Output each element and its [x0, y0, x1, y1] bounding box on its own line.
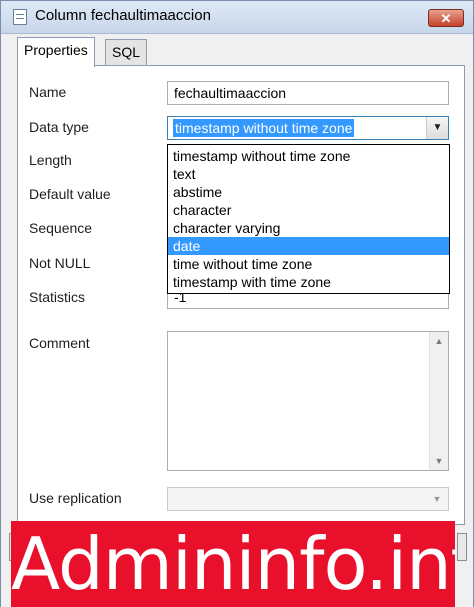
scroll-up-icon[interactable]: ▲	[430, 332, 448, 350]
chevron-down-icon: ▼	[432, 122, 443, 133]
dropdown-option[interactable]: text	[168, 165, 449, 183]
data-type-dropdown-button[interactable]: ▼	[426, 117, 448, 139]
dropdown-option[interactable]: character varying	[168, 219, 449, 237]
data-type-dropdown-list: timestamp without time zone text abstime…	[167, 144, 450, 294]
column-dialog: Column fechaultimaaccion ✕ Properties SQ…	[0, 0, 474, 607]
use-replication-combo[interactable]: ▼	[167, 487, 449, 511]
dropdown-option[interactable]: abstime	[168, 183, 449, 201]
title-bar[interactable]: Column fechaultimaaccion ✕	[1, 1, 473, 34]
chevron-down-icon: ▼	[432, 494, 442, 504]
window-title: Column fechaultimaaccion	[35, 7, 211, 24]
watermark-text: Admininfo.info	[11, 522, 455, 606]
not-null-label: Not NULL	[29, 255, 91, 271]
dropdown-option[interactable]: character	[168, 201, 449, 219]
dropdown-option[interactable]: timestamp with time zone	[168, 273, 449, 291]
document-icon	[13, 9, 27, 25]
tab-sql[interactable]: SQL	[105, 39, 148, 65]
watermark-banner: Admininfo.info	[11, 521, 455, 607]
comment-textarea[interactable]: ▲ ▼	[167, 331, 449, 471]
name-label: Name	[29, 84, 67, 100]
default-value-label: Default value	[29, 186, 111, 202]
scroll-down-icon[interactable]: ▼	[430, 452, 448, 470]
comment-scrollbar[interactable]: ▲ ▼	[429, 332, 448, 470]
length-label: Length	[29, 152, 72, 168]
data-type-value: timestamp without time zone	[173, 119, 355, 137]
dropdown-option[interactable]: time without time zone	[168, 255, 449, 273]
dropdown-option[interactable]: timestamp without time zone	[168, 147, 449, 165]
close-button[interactable]: ✕	[428, 9, 464, 27]
sequence-label: Sequence	[29, 220, 93, 236]
statistics-label: Statistics	[29, 289, 86, 305]
use-replication-label: Use replication	[29, 490, 122, 506]
close-icon: ✕	[440, 11, 452, 26]
comment-label: Comment	[29, 335, 90, 351]
tab-properties[interactable]: Properties	[17, 37, 95, 67]
dropdown-option-selected[interactable]: date	[168, 237, 449, 255]
name-input[interactable]: fechaultimaaccion	[167, 81, 449, 105]
data-type-label: Data type	[29, 119, 89, 135]
partial-button-right[interactable]	[457, 533, 467, 561]
